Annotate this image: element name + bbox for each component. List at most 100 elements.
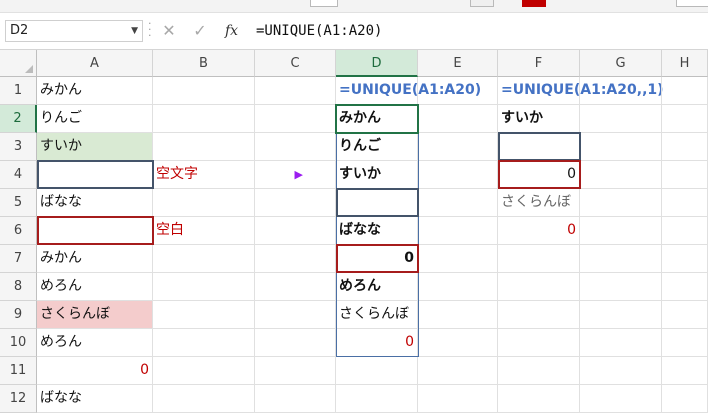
cell-e8[interactable] bbox=[418, 273, 498, 301]
cell-a2[interactable]: りんご bbox=[37, 105, 153, 133]
cell-f11[interactable] bbox=[498, 357, 580, 385]
ribbon-button[interactable] bbox=[470, 0, 494, 7]
row-header-9[interactable]: 9 bbox=[0, 301, 37, 329]
cell-h4[interactable] bbox=[662, 161, 708, 189]
cell-d6[interactable]: ばなな bbox=[336, 217, 418, 245]
row-header-2[interactable]: 2 bbox=[0, 105, 37, 133]
cell-h12[interactable] bbox=[662, 385, 708, 413]
cell-b4[interactable]: 空文字 bbox=[153, 161, 255, 189]
row-header-10[interactable]: 10 bbox=[0, 329, 37, 357]
cell-f7[interactable] bbox=[498, 245, 580, 273]
cell-c12[interactable] bbox=[255, 385, 336, 413]
column-header-d[interactable]: D bbox=[336, 50, 418, 77]
cell-c2[interactable] bbox=[255, 105, 336, 133]
cell-h10[interactable] bbox=[662, 329, 708, 357]
cell-h6[interactable] bbox=[662, 217, 708, 245]
cell-d4[interactable]: すいか bbox=[336, 161, 418, 189]
cell-g5[interactable] bbox=[580, 189, 662, 217]
cell-f6[interactable]: 0 bbox=[498, 217, 580, 245]
column-header-c[interactable]: C bbox=[255, 50, 336, 77]
cell-b3[interactable] bbox=[153, 133, 255, 161]
cell-d1[interactable]: =UNIQUE(A1:A20) bbox=[336, 77, 481, 105]
chevron-down-icon[interactable]: ▼ bbox=[131, 21, 138, 41]
cell-g4[interactable] bbox=[580, 161, 662, 189]
row-header-8[interactable]: 8 bbox=[0, 273, 37, 301]
cell-f1[interactable]: =UNIQUE(A1:A20,,1) bbox=[498, 77, 664, 105]
ribbon-button[interactable] bbox=[310, 0, 338, 7]
cell-g6[interactable] bbox=[580, 217, 662, 245]
cell-b5[interactable] bbox=[153, 189, 255, 217]
cell-e3[interactable] bbox=[418, 133, 498, 161]
cell-h8[interactable] bbox=[662, 273, 708, 301]
name-box[interactable]: D2 ▼ bbox=[5, 20, 143, 42]
cell-h3[interactable] bbox=[662, 133, 708, 161]
cell-f4[interactable]: 0 bbox=[498, 161, 580, 189]
cell-a10[interactable]: めろん bbox=[37, 329, 153, 357]
cell-f5[interactable]: さくらんぼ bbox=[498, 189, 580, 217]
cell-b8[interactable] bbox=[153, 273, 255, 301]
cell-b1[interactable] bbox=[153, 77, 255, 105]
cell-e1[interactable] bbox=[418, 77, 498, 105]
cell-c6[interactable] bbox=[255, 217, 336, 245]
cell-h5[interactable] bbox=[662, 189, 708, 217]
row-header-4[interactable]: 4 bbox=[0, 161, 37, 189]
cell-e9[interactable] bbox=[418, 301, 498, 329]
cell-e5[interactable] bbox=[418, 189, 498, 217]
row-header-1[interactable]: 1 bbox=[0, 77, 37, 105]
enter-icon[interactable]: ✓ bbox=[189, 20, 211, 42]
column-header-a[interactable]: A bbox=[37, 50, 153, 77]
cell-d11[interactable] bbox=[336, 357, 418, 385]
cell-a8[interactable]: めろん bbox=[37, 273, 153, 301]
cell-a11[interactable]: 0 bbox=[37, 357, 153, 385]
cell-d9[interactable]: さくらんぼ bbox=[336, 301, 418, 329]
cell-e11[interactable] bbox=[418, 357, 498, 385]
cell-d3[interactable]: りんご bbox=[336, 133, 418, 161]
cell-g10[interactable] bbox=[580, 329, 662, 357]
cell-a3[interactable]: すいか bbox=[37, 133, 153, 161]
cell-d10[interactable]: 0 bbox=[336, 329, 418, 357]
cell-g11[interactable] bbox=[580, 357, 662, 385]
cell-c1[interactable] bbox=[255, 77, 336, 105]
cell-g8[interactable] bbox=[580, 273, 662, 301]
cell-b9[interactable] bbox=[153, 301, 255, 329]
cell-g12[interactable] bbox=[580, 385, 662, 413]
cell-g1[interactable] bbox=[580, 77, 662, 105]
cell-c3[interactable] bbox=[255, 133, 336, 161]
cell-b12[interactable] bbox=[153, 385, 255, 413]
cell-c8[interactable] bbox=[255, 273, 336, 301]
row-header-11[interactable]: 11 bbox=[0, 357, 37, 385]
ribbon-button[interactable] bbox=[676, 0, 708, 7]
column-header-e[interactable]: E bbox=[418, 50, 498, 77]
cell-h9[interactable] bbox=[662, 301, 708, 329]
cell-f9[interactable] bbox=[498, 301, 580, 329]
row-header-6[interactable]: 6 bbox=[0, 217, 37, 245]
cell-f10[interactable] bbox=[498, 329, 580, 357]
cell-c7[interactable] bbox=[255, 245, 336, 273]
cell-b2[interactable] bbox=[153, 105, 255, 133]
cell-e7[interactable] bbox=[418, 245, 498, 273]
cell-a9[interactable]: さくらんぼ bbox=[37, 301, 153, 329]
column-header-f[interactable]: F bbox=[498, 50, 580, 77]
cell-c10[interactable] bbox=[255, 329, 336, 357]
cell-e10[interactable] bbox=[418, 329, 498, 357]
column-header-h[interactable]: H bbox=[662, 50, 708, 77]
more-icon[interactable]: · · · bbox=[148, 18, 154, 41]
column-header-b[interactable]: B bbox=[153, 50, 255, 77]
cell-g2[interactable] bbox=[580, 105, 662, 133]
cell-b7[interactable] bbox=[153, 245, 255, 273]
cell-d8[interactable]: めろん bbox=[336, 273, 418, 301]
insert-function-icon[interactable]: fx bbox=[225, 20, 238, 42]
cell-h2[interactable] bbox=[662, 105, 708, 133]
row-header-7[interactable]: 7 bbox=[0, 245, 37, 273]
formula-input[interactable]: =UNIQUE(A1:A20) bbox=[256, 20, 382, 42]
cell-f12[interactable] bbox=[498, 385, 580, 413]
row-header-5[interactable]: 5 bbox=[0, 189, 37, 217]
cell-h1[interactable] bbox=[662, 77, 708, 105]
font-color-swatch[interactable] bbox=[522, 0, 546, 7]
cell-a5[interactable]: ばなな bbox=[37, 189, 153, 217]
cell-g3[interactable] bbox=[580, 133, 662, 161]
cell-b10[interactable] bbox=[153, 329, 255, 357]
cell-a1[interactable]: みかん bbox=[37, 77, 153, 105]
cell-e6[interactable] bbox=[418, 217, 498, 245]
cell-b6[interactable]: 空白 bbox=[153, 217, 255, 245]
